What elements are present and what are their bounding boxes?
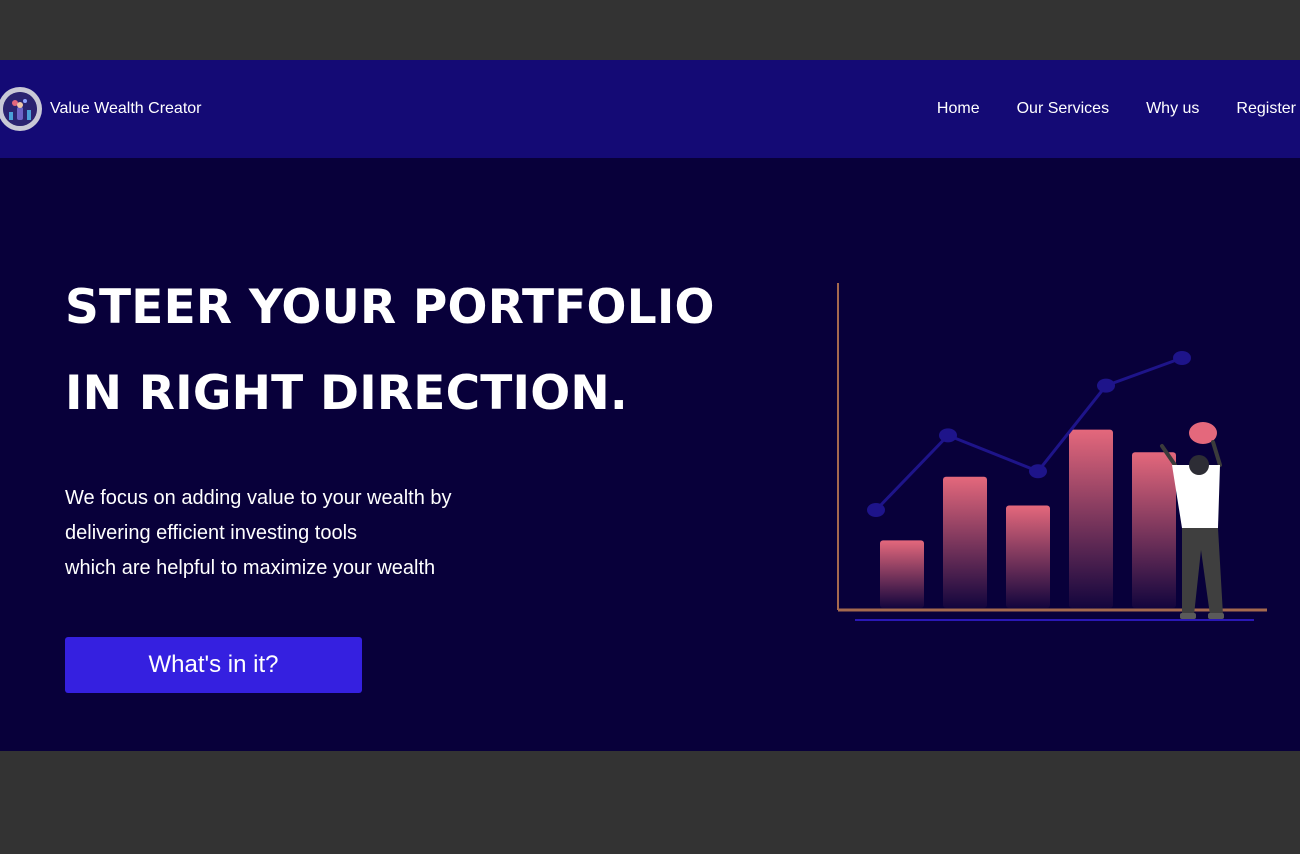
illustration-bar xyxy=(880,540,924,608)
illustration-trend-point xyxy=(1029,464,1047,479)
illustration-bar xyxy=(1132,452,1176,608)
hero-description-line-1: We focus on adding value to your wealth … xyxy=(65,487,452,509)
brand-logo-icon xyxy=(0,87,42,131)
nav-menu: Home Our Services Why us Register xyxy=(900,60,1296,158)
illustration-bar xyxy=(1069,429,1113,608)
hero-description-line-3: which are helpful to maximize your wealt… xyxy=(65,557,436,579)
illustration-bar xyxy=(1006,505,1050,608)
nav-link-our-services[interactable]: Our Services xyxy=(1017,100,1109,118)
nav-link-home[interactable]: Home xyxy=(937,100,980,118)
growth-chart-illustration xyxy=(837,283,1267,621)
brand-name: Value Wealth Creator xyxy=(50,100,202,117)
hero-description: We focus on adding value to your wealth … xyxy=(65,481,452,586)
hero-description-line-2: delivering efficient investing tools xyxy=(65,522,358,544)
hero-title-line-2: IN RIGHT DIRECTION. xyxy=(65,366,628,421)
brand[interactable]: Value Wealth Creator xyxy=(0,82,201,136)
nav-link-register[interactable]: Register xyxy=(1236,100,1296,118)
illustration-bar xyxy=(943,476,987,608)
nav-link-why-us[interactable]: Why us xyxy=(1146,100,1199,118)
illustration-bars xyxy=(880,429,1176,608)
illustration-trend-point xyxy=(939,428,957,443)
illustration-trend-point xyxy=(1173,351,1191,365)
page-viewport: Value Wealth Creator Home Our Services W… xyxy=(0,60,1300,751)
navbar: Value Wealth Creator Home Our Services W… xyxy=(0,60,1300,158)
illustration-trend-point xyxy=(1097,378,1115,393)
hero-title: STEER YOUR PORTFOLIO IN RIGHT DIRECTION. xyxy=(65,265,715,437)
illustration-trend-point xyxy=(867,503,885,517)
whats-in-it-button[interactable]: What's in it? xyxy=(65,637,362,693)
hero-title-line-1: STEER YOUR PORTFOLIO xyxy=(65,280,715,335)
